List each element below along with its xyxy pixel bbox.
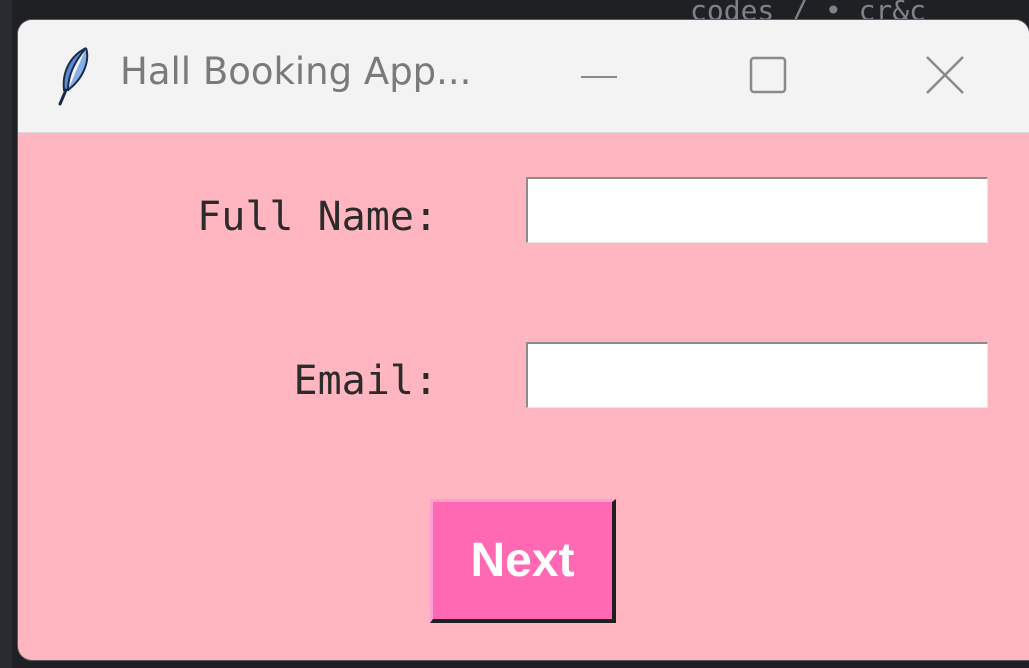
window-title: Hall Booking App... (120, 50, 472, 93)
full-name-label: Full Name: (197, 194, 438, 240)
maximize-button[interactable] (723, 40, 813, 110)
minimize-icon (581, 76, 617, 78)
close-button[interactable] (900, 40, 990, 110)
email-label: Email: (293, 358, 439, 404)
form-area: Full Name: Email: Next (18, 132, 1029, 660)
app-window: Hall Booking App... Full Name: Email: Ne… (18, 20, 1029, 660)
title-bar[interactable]: Hall Booking App... (18, 20, 1029, 133)
next-button[interactable]: Next (430, 499, 616, 623)
feather-icon (56, 46, 92, 106)
maximize-icon (749, 56, 787, 94)
email-input[interactable] (526, 342, 988, 408)
editor-gutter (0, 0, 12, 668)
close-icon (926, 56, 964, 94)
minimize-button[interactable] (554, 40, 644, 110)
full-name-input[interactable] (526, 177, 988, 243)
